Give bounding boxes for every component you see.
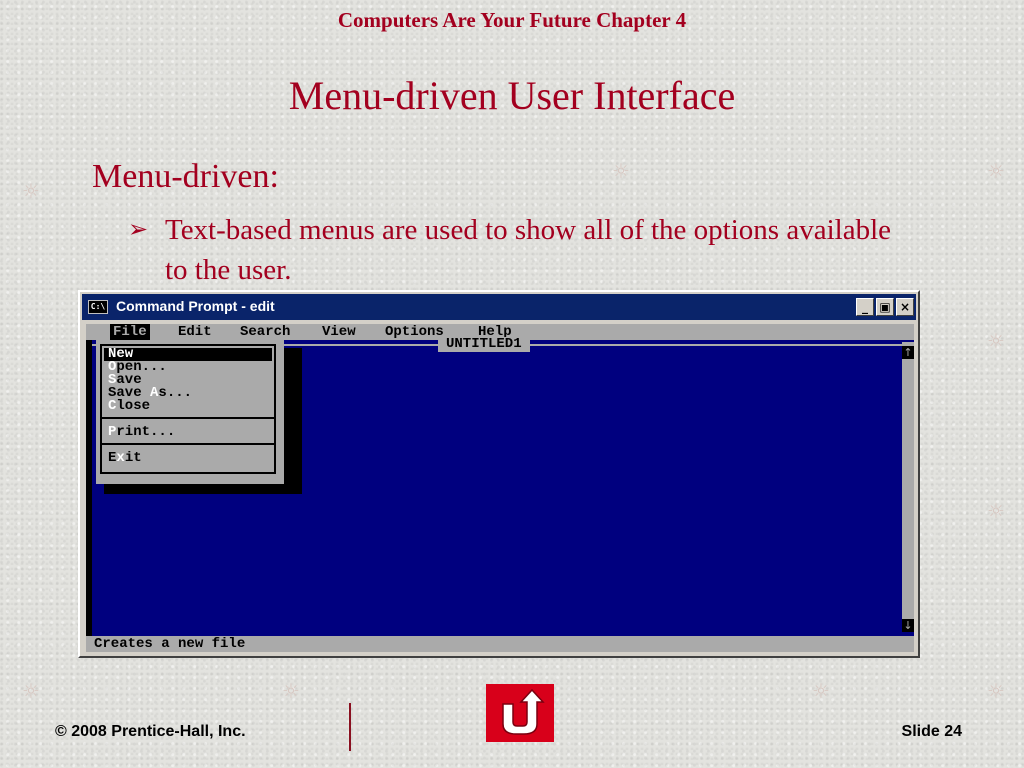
- slide-header: Computers Are Your Future Chapter 4: [337, 8, 687, 32]
- hotkey-letter: x: [116, 450, 125, 466]
- background-decoration: ☼: [22, 179, 40, 203]
- console-app-icon[interactable]: C:\: [88, 300, 108, 314]
- arrow-bullet-icon: ➢: [128, 217, 149, 243]
- footer-divider: [349, 703, 351, 751]
- minimize-button[interactable]: _: [856, 298, 874, 316]
- background-decoration: ☼: [282, 679, 300, 703]
- dropdown-separator: [100, 443, 276, 445]
- scroll-up-icon[interactable]: ↑: [902, 346, 914, 359]
- editor-left-border: [86, 340, 92, 636]
- menu-view[interactable]: View: [322, 324, 356, 340]
- file-menu-item-print[interactable]: Print...: [104, 424, 272, 440]
- file-menu-item-exit[interactable]: Exit: [104, 450, 272, 466]
- restore-button[interactable]: ▣: [876, 298, 894, 316]
- background-decoration: ☼: [987, 329, 1005, 353]
- background-decoration: ☼: [987, 679, 1005, 703]
- document-name: UNTITLED1: [438, 337, 530, 352]
- menu-options[interactable]: Options: [385, 324, 444, 340]
- hotkey-letter: C: [108, 398, 117, 414]
- background-decoration: ☼: [612, 159, 630, 183]
- background-decoration: ☼: [987, 499, 1005, 523]
- file-menu-item-close[interactable]: Close: [104, 398, 272, 414]
- menu-edit[interactable]: Edit: [178, 324, 212, 340]
- slide-number: Slide 24: [901, 723, 962, 740]
- console-area: File Edit Search View Options Help UNTIT…: [86, 324, 914, 652]
- background-decoration: ☼: [22, 679, 40, 703]
- u-turn-arrow-icon[interactable]: [486, 684, 554, 742]
- window-titlebar[interactable]: C:\ Command Prompt - edit _ ▣ ×: [82, 294, 916, 320]
- hotkey-letter: P: [108, 424, 117, 440]
- vertical-scrollbar[interactable]: ↑ ↓: [902, 342, 914, 632]
- status-bar: Creates a new file: [86, 636, 914, 652]
- dropdown-separator: [100, 417, 276, 419]
- menu-file[interactable]: File: [110, 324, 150, 340]
- slide-title: Menu-driven User Interface: [288, 73, 736, 118]
- file-menu-dropdown: New Open... Save Save As... Close Print.…: [96, 340, 284, 484]
- bullet-level1: Menu-driven:: [92, 158, 279, 195]
- background-decoration: ☼: [987, 159, 1005, 183]
- copyright-text: © 2008 Prentice-Hall, Inc.: [55, 723, 246, 740]
- command-prompt-window: C:\ Command Prompt - edit _ ▣ × File Edi…: [78, 290, 920, 658]
- window-title: Command Prompt - edit: [116, 298, 275, 314]
- menu-search[interactable]: Search: [240, 324, 290, 340]
- bullet-level2-text: Text-based menus are used to show all of…: [165, 214, 891, 286]
- background-decoration: ☼: [812, 679, 830, 703]
- close-button[interactable]: ×: [896, 298, 914, 316]
- u-turn-arrow-graphic: [502, 688, 545, 735]
- hotkey-letter: A: [150, 385, 159, 401]
- scroll-down-icon[interactable]: ↓: [902, 619, 914, 632]
